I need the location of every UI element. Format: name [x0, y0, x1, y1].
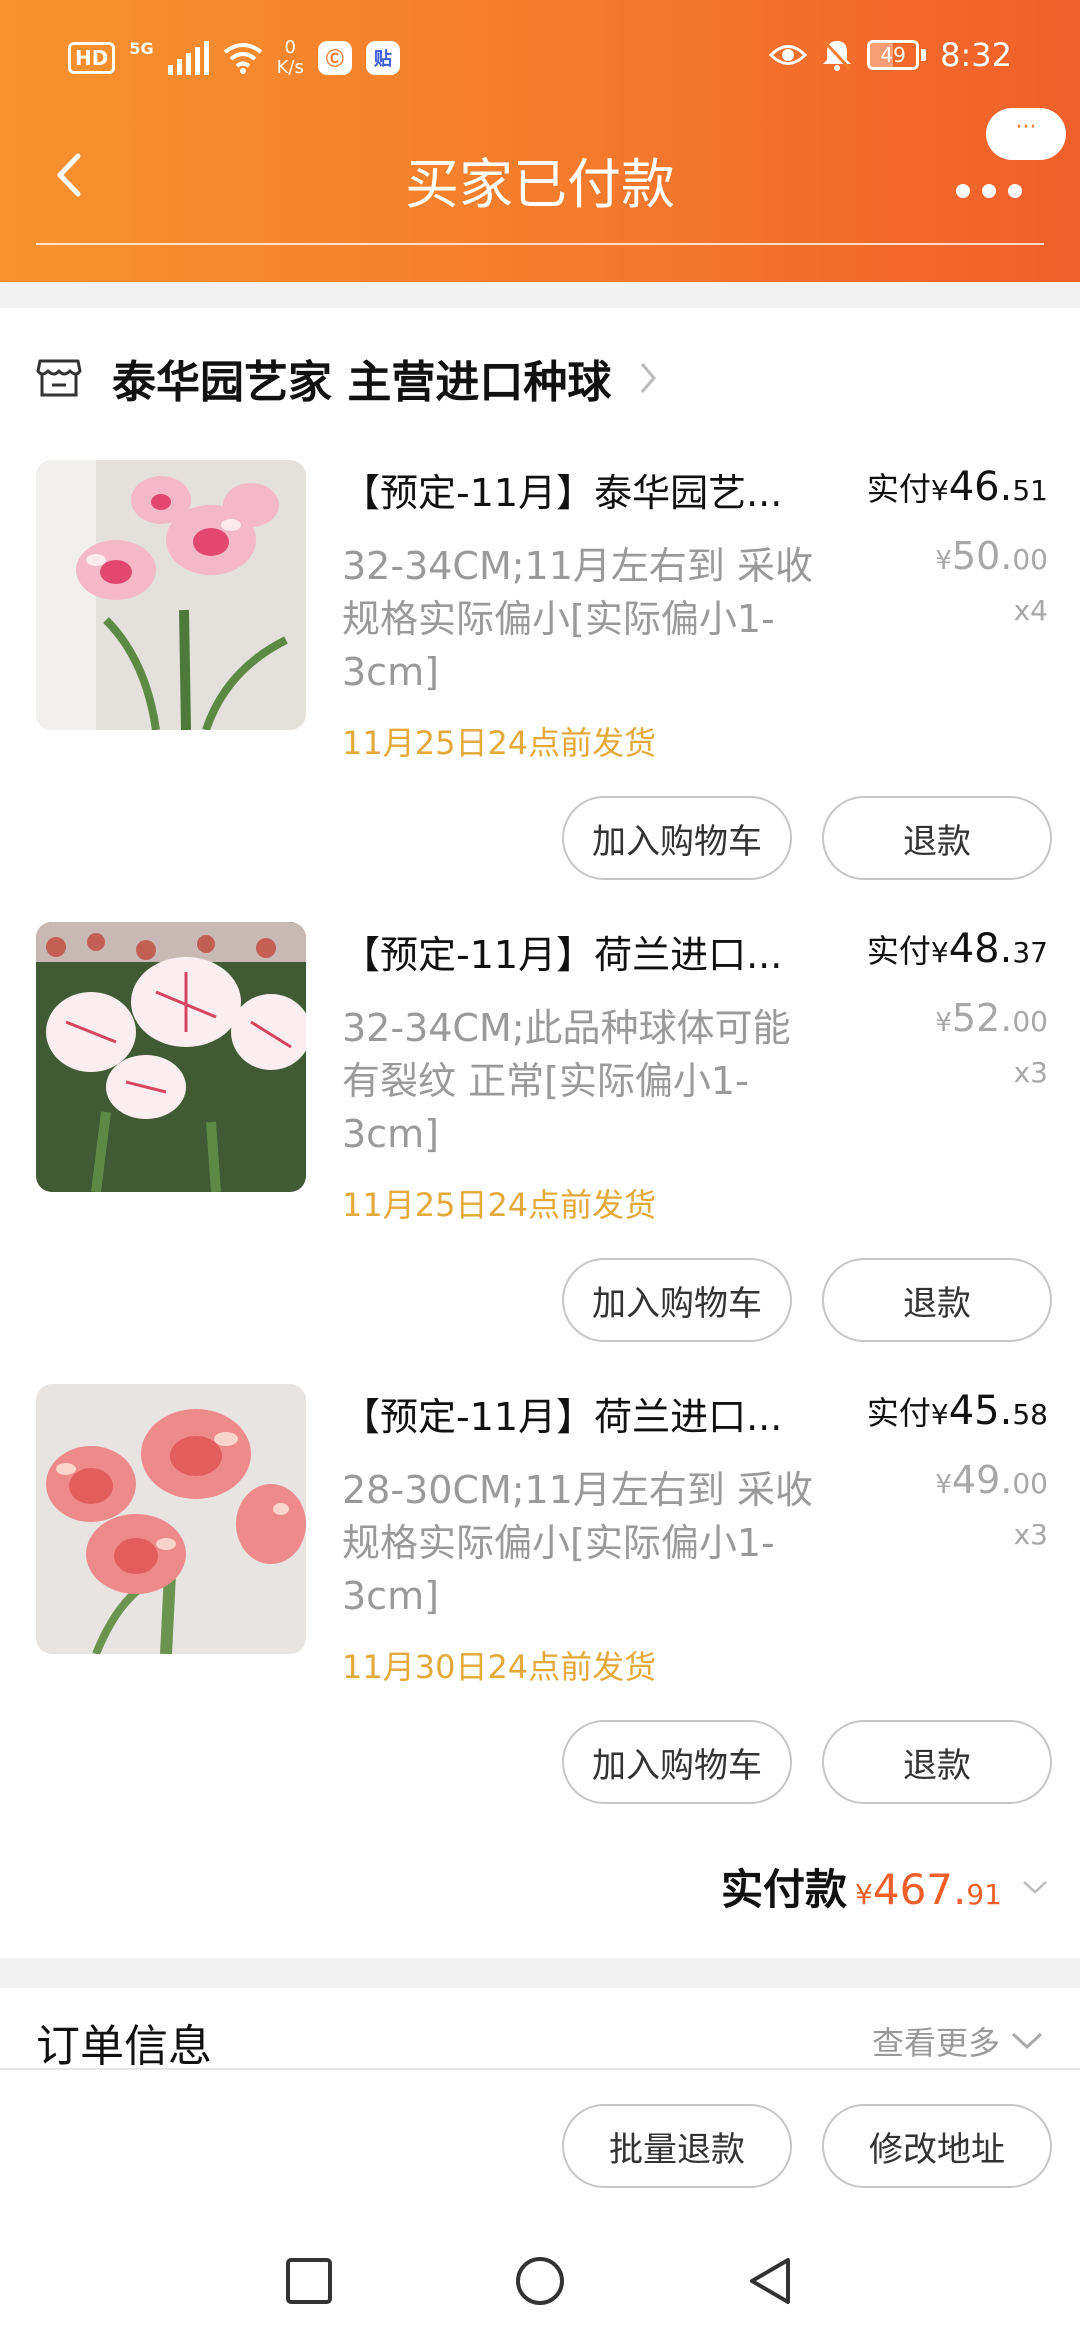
page-title: 买家已付款 [405, 153, 675, 216]
add-to-cart-button[interactable]: 加入购物车 [562, 796, 792, 880]
product-image[interactable] [36, 1384, 306, 1654]
bottom-action-bar: 批量退款 修改地址 [0, 2068, 1080, 2220]
battery-level: 49 [880, 43, 906, 67]
net-speed-unit: K/s [276, 57, 304, 78]
currency-symbol: ¥ [930, 1398, 949, 1431]
shop-name: 泰华园艺家 主营进口种球 [112, 357, 612, 408]
paid-decimal: 58 [1012, 1398, 1048, 1431]
currency-symbol: ¥ [930, 936, 949, 969]
paid-decimal: 37 [1012, 936, 1048, 969]
orig-decimal: 00 [1012, 1467, 1048, 1500]
add-to-cart-button[interactable]: 加入购物车 [562, 1720, 792, 1804]
ship-deadline: 11月30日24点前发货 [342, 1648, 657, 1686]
view-more-link[interactable]: 查看更多 [872, 2018, 1044, 2064]
order-info-section: 订单信息 查看更多 [0, 1988, 1080, 2068]
refund-button[interactable]: 退款 [822, 796, 1052, 880]
product-title[interactable]: 【预定-11月】泰华园艺... [342, 462, 812, 517]
refund-button[interactable]: 退款 [822, 1720, 1052, 1804]
order-item: 【预定-11月】荷兰进口... 32-34CM;此品种球体可能有裂纹 正常[实际… [0, 922, 1080, 1382]
view-more-label: 查看更多 [871, 2024, 1000, 2062]
paid-price: 实付¥45.58 [867, 1388, 1048, 1434]
product-image[interactable] [36, 460, 306, 730]
product-spec: 32-34CM;11月左右到 采收规格实际偏小[实际偏小1-3cm] [342, 544, 813, 694]
paid-integer: 45. [948, 1388, 1013, 1434]
product-image[interactable] [36, 922, 306, 1192]
quantity: x3 [1013, 1518, 1048, 1551]
total-paid[interactable]: 实付款 ¥ 467. 91 [721, 1856, 1048, 1917]
more-dots-icon [956, 184, 1022, 198]
shop-icon [36, 359, 82, 397]
clock: 8:32 [940, 36, 1012, 74]
header: HD 5G 0 K/s Ⓒ 贴 49 8:32 买家已付款 ··· [0, 0, 1080, 282]
wifi-icon [223, 43, 262, 74]
home-button[interactable] [513, 2254, 567, 2308]
hd-indicator: HD [68, 42, 116, 74]
paid-label: 实付 [866, 470, 931, 508]
total-decimal: 91 [966, 1878, 1002, 1911]
currency-symbol: ¥ [930, 474, 949, 507]
currency-symbol: ¥ [935, 1470, 952, 1500]
battery-icon: 49 [867, 40, 927, 70]
original-price: ¥49.00 [935, 1458, 1048, 1502]
change-address-button[interactable]: 修改地址 [822, 2104, 1052, 2188]
shop-row[interactable]: 泰华园艺家 主营进口种球 [36, 346, 657, 410]
orig-decimal: 00 [1012, 543, 1048, 576]
order-info-title: 订单信息 [36, 2021, 212, 2068]
paid-integer: 48. [948, 926, 1013, 972]
product-spec: 32-34CM;此品种球体可能有裂纹 正常[实际偏小1-3cm] [342, 1006, 791, 1156]
currency-symbol: ¥ [935, 1008, 952, 1038]
net-speed: 0 K/s [277, 38, 304, 78]
product-title[interactable]: 【预定-11月】荷兰进口... [342, 924, 812, 979]
refund-button[interactable]: 退款 [822, 1258, 1052, 1342]
currency-symbol: ¥ [935, 546, 952, 576]
back-nav-button[interactable] [744, 2254, 798, 2308]
more-options-button[interactable]: ··· [956, 108, 1066, 198]
add-to-cart-button[interactable]: 加入购物车 [562, 1258, 792, 1342]
chevron-down-icon [1023, 1880, 1047, 1894]
status-bar: HD 5G 0 K/s Ⓒ 贴 49 8:32 [0, 0, 1080, 120]
chevron-down-icon [1011, 2032, 1043, 2050]
product-title[interactable]: 【预定-11月】荷兰进口... [342, 1386, 812, 1441]
orig-decimal: 00 [1012, 1005, 1048, 1038]
orig-integer: 50. [951, 534, 1013, 578]
header-divider [36, 243, 1044, 245]
total-integer: 467. [872, 1865, 967, 1914]
original-price: ¥50.00 [935, 534, 1048, 578]
total-label: 实付款 [721, 1865, 848, 1914]
paid-price: 实付¥46.51 [867, 464, 1048, 510]
quantity: x3 [1013, 1056, 1048, 1089]
tieba-notification-icon: 贴 [365, 41, 400, 75]
system-nav-bar [0, 2220, 1080, 2340]
batch-refund-button[interactable]: 批量退款 [562, 2104, 792, 2188]
currency-symbol: ¥ [855, 1878, 873, 1911]
status-right: 49 8:32 [769, 36, 1012, 74]
net-speed-value: 0 [284, 37, 296, 58]
ship-deadline: 11月25日24点前发货 [342, 1186, 657, 1224]
eye-icon [769, 45, 808, 65]
paid-label: 实付 [866, 932, 931, 970]
network-type: 5G [129, 38, 154, 58]
message-bubble-icon: ··· [986, 108, 1066, 160]
order-item: 【预定-11月】泰华园艺... 32-34CM;11月左右到 采收规格实际偏小[… [0, 460, 1080, 920]
paid-price: 实付¥48.37 [867, 926, 1048, 972]
orig-integer: 49. [951, 1458, 1013, 1502]
quantity: x4 [1013, 594, 1048, 627]
mute-bell-icon [823, 39, 852, 71]
paid-integer: 46. [948, 464, 1013, 510]
paid-decimal: 51 [1012, 474, 1048, 507]
status-left: HD 5G 0 K/s Ⓒ 贴 [68, 38, 400, 78]
recents-button[interactable] [282, 2254, 336, 2308]
ship-deadline: 11月25日24点前发货 [342, 724, 657, 762]
chevron-right-icon [641, 363, 657, 393]
signal-icon [167, 41, 209, 75]
order-card: 泰华园艺家 主营进口种球 【预定-11月】泰华园艺... 32-34CM;11月… [0, 308, 1080, 1958]
app-notification-icon: Ⓒ [317, 41, 352, 75]
original-price: ¥52.00 [935, 996, 1048, 1040]
orig-integer: 52. [951, 996, 1013, 1040]
paid-label: 实付 [866, 1394, 931, 1432]
product-spec: 28-30CM;11月左右到 采收规格实际偏小[实际偏小1-3cm] [342, 1468, 813, 1618]
order-item: 【预定-11月】荷兰进口... 28-30CM;11月左右到 采收规格实际偏小[… [0, 1384, 1080, 1844]
